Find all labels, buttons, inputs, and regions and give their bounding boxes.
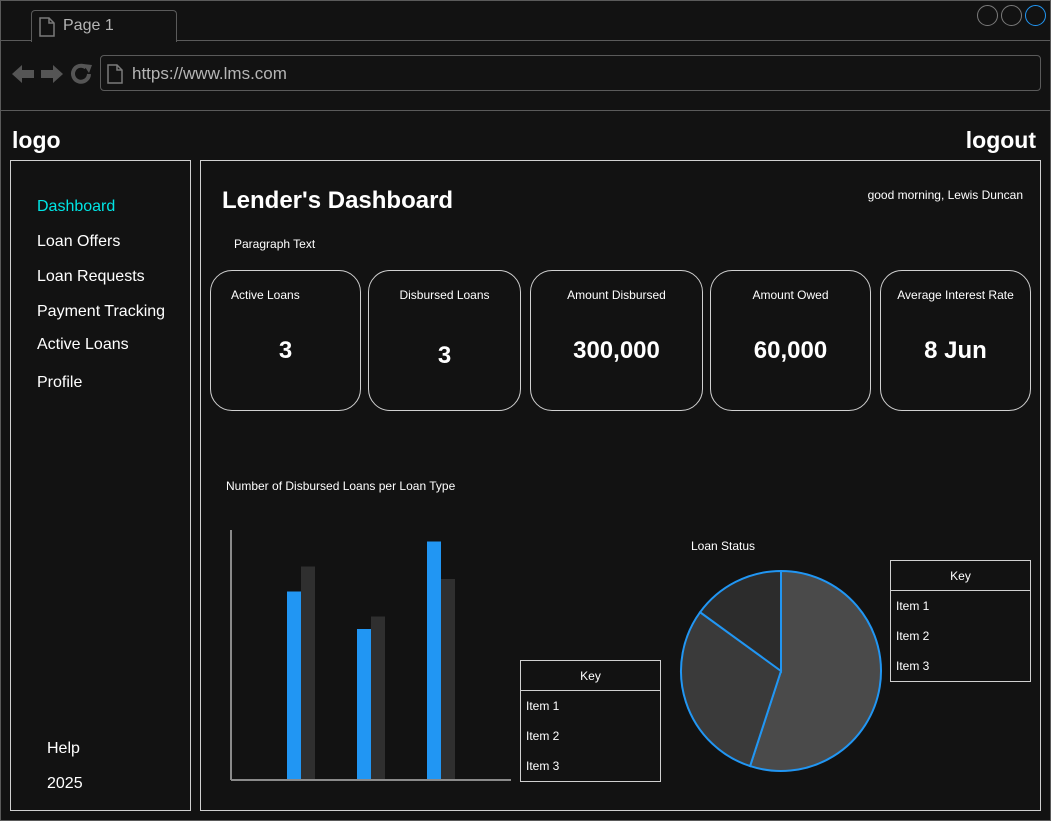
tab-label: Page 1 — [63, 17, 114, 34]
stat-card-value: 3 — [278, 337, 293, 364]
legend-item: Item 1 — [526, 699, 560, 713]
logo[interactable]: logo — [12, 127, 61, 154]
browser-navbar: https://www.lms.com — [1, 42, 1050, 111]
legend-item: Item 3 — [526, 759, 560, 773]
browser-tab[interactable]: Page 1 — [31, 10, 177, 42]
sidebar-item-loan-requests[interactable]: Loan Requests — [37, 268, 145, 286]
pie-chart-title: Loan Status — [691, 539, 756, 553]
minimize-button[interactable] — [977, 5, 998, 26]
bar-series-1-category-2 — [357, 629, 371, 779]
stat-card-average-interest-rate: Average Interest Rate 8 Jun — [880, 270, 1031, 411]
address-bar[interactable]: https://www.lms.com — [100, 55, 1041, 91]
page-icon — [39, 17, 55, 37]
sidebar: Dashboard Loan Offers Loan Requests Paym… — [10, 160, 191, 811]
stat-card-disbursed-loans: Disbursed Loans 3 — [368, 270, 521, 411]
main-content: Lender's Dashboard good morning, Lewis D… — [200, 160, 1041, 811]
legend-item: Item 3 — [896, 659, 930, 673]
tab-bar: Page 1 — [1, 1, 1050, 42]
window-controls — [977, 5, 1046, 26]
sidebar-item-profile[interactable]: Profile — [37, 374, 82, 392]
url-text: https://www.lms.com — [132, 64, 287, 83]
close-button[interactable] — [1025, 5, 1046, 26]
legend-item: Item 2 — [896, 629, 930, 643]
stat-card-value: 300,000 — [573, 337, 660, 364]
bar-chart-title: Number of Disbursed Loans per Loan Type — [226, 479, 456, 493]
back-arrow-icon[interactable] — [11, 63, 35, 85]
page-title: Lender's Dashboard — [222, 187, 454, 214]
legend-item: Item 1 — [896, 599, 930, 613]
legend-title: Key — [521, 661, 660, 691]
bar-series-2-category-3 — [441, 579, 455, 779]
stat-card-value: 3 — [437, 342, 452, 369]
bar-series-2-category-2 — [371, 616, 385, 779]
bar-chart — [230, 530, 511, 781]
pie-chart — [680, 569, 882, 772]
stat-card-label: Average Interest Rate — [897, 288, 1014, 302]
reload-icon[interactable] — [69, 62, 93, 86]
greeting-text: good morning, Lewis Duncan — [867, 188, 1023, 202]
stat-card-amount-disbursed: Amount Disbursed 300,000 — [530, 270, 703, 411]
maximize-button[interactable] — [1001, 5, 1022, 26]
paragraph-text: Paragraph Text — [234, 237, 316, 251]
stat-card-active-loans: Active Loans 3 — [210, 270, 361, 411]
stat-card-amount-owed: Amount Owed 60,000 — [710, 270, 871, 411]
stat-card-value: 60,000 — [753, 337, 828, 364]
bar-series-2-category-1 — [301, 566, 315, 779]
stat-card-value: 8 Jun — [924, 337, 987, 364]
nav-buttons — [11, 62, 93, 86]
sidebar-item-dashboard[interactable]: Dashboard — [37, 198, 115, 216]
stat-card-label: Amount Disbursed — [567, 288, 666, 302]
page-icon — [107, 64, 123, 84]
logout-link[interactable]: logout — [966, 127, 1036, 154]
forward-arrow-icon[interactable] — [40, 63, 64, 85]
legend-item: Item 2 — [526, 729, 560, 743]
stat-card-label: Amount Owed — [752, 288, 829, 302]
sidebar-item-payment-tracking[interactable]: Payment Tracking — [37, 303, 165, 321]
pie-chart-legend: Key Item 1 Item 2 Item 3 — [890, 560, 1031, 682]
legend-title: Key — [891, 561, 1030, 591]
sidebar-item-loan-offers[interactable]: Loan Offers — [37, 233, 120, 251]
stat-card-label: Disbursed Loans — [399, 288, 490, 302]
bar-series-1-category-3 — [427, 541, 441, 779]
bar-series-1-category-1 — [287, 591, 301, 779]
footer-year: 2025 — [47, 775, 83, 792]
sidebar-item-active-loans[interactable]: Active Loans — [37, 336, 129, 354]
help-link[interactable]: Help — [47, 740, 80, 758]
stat-card-label: Active Loans — [231, 288, 300, 302]
bar-chart-legend: Key Item 1 Item 2 Item 3 — [520, 660, 661, 782]
